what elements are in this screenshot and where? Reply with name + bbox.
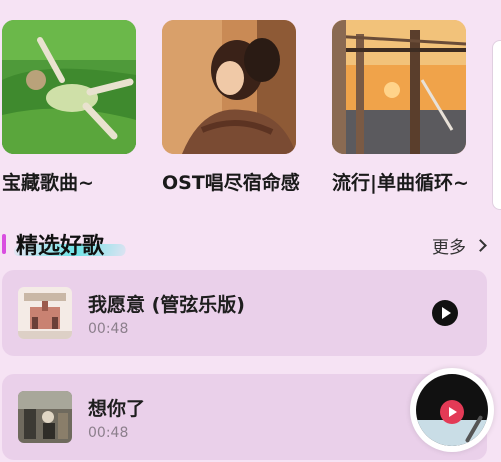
- mini-player[interactable]: [410, 368, 494, 452]
- playlist-card[interactable]: 宝藏歌曲~: [2, 20, 136, 194]
- section-header: 精选好歌 更多: [0, 228, 501, 260]
- more-link[interactable]: 更多: [432, 233, 487, 258]
- next-playlist-card-peek[interactable]: [492, 40, 501, 210]
- play-circle-icon[interactable]: [432, 300, 458, 326]
- song-title: 我愿意 (管弦乐版): [88, 294, 245, 316]
- playlist-carousel[interactable]: 宝藏歌曲~ OST唱尽宿命感 流行|单曲循环~: [0, 20, 501, 210]
- playlist-title[interactable]: OST唱尽宿命感: [162, 168, 300, 195]
- playlist-cover-image[interactable]: [162, 20, 296, 154]
- play-icon[interactable]: [440, 400, 464, 424]
- play-triangle: [449, 407, 457, 417]
- song-duration: 00:48: [88, 321, 129, 337]
- song-cover-image: [18, 391, 72, 443]
- app-screen: 宝藏歌曲~ OST唱尽宿命感 流行|单曲循环~ 精选好歌 更多 我愿意 (管弦乐…: [0, 0, 501, 462]
- section-title: 精选好歌: [16, 234, 105, 259]
- playlist-card[interactable]: OST唱尽宿命感: [162, 20, 300, 194]
- playlist-cover-image[interactable]: [332, 20, 466, 154]
- song-title: 想你了: [88, 398, 146, 420]
- playlist-card[interactable]: 流行|单曲循环~: [332, 20, 469, 194]
- song-row[interactable]: 我愿意 (管弦乐版) 00:48: [2, 270, 487, 356]
- song-duration: 00:48: [88, 425, 129, 441]
- more-label[interactable]: 更多: [432, 233, 466, 258]
- playlist-title[interactable]: 流行|单曲循环~: [332, 168, 469, 195]
- playlist-title[interactable]: 宝藏歌曲~: [2, 168, 94, 195]
- song-cover-image: [18, 287, 72, 339]
- playlist-cover-image[interactable]: [2, 20, 136, 154]
- chevron-right-icon[interactable]: [474, 239, 487, 252]
- play-triangle: [442, 307, 451, 319]
- section-accent-bar: [2, 234, 6, 254]
